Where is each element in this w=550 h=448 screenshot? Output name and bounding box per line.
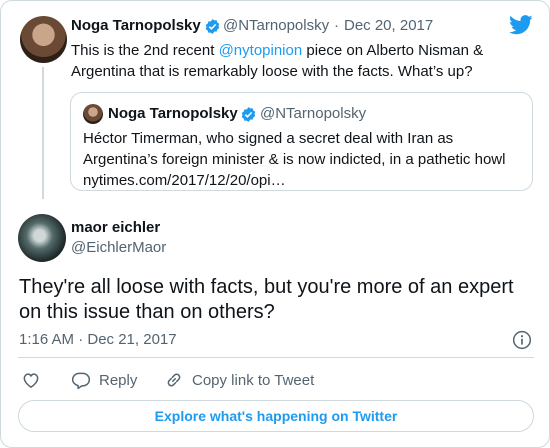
quoted-tweet-text: Héctor Timerman, who signed a secret dea… (83, 128, 523, 191)
tweet-timestamp[interactable]: 1:16 AM · Dec 21, 2017 (19, 331, 177, 348)
verified-badge-icon (241, 107, 256, 122)
parent-tweet-text: This is the 2nd recent @nytopinion piece… (71, 40, 511, 82)
reply-icon (71, 372, 91, 390)
like-button[interactable] (21, 370, 49, 390)
author-avatar[interactable] (18, 214, 66, 262)
author-handle[interactable]: @EichlerMaor (71, 239, 166, 256)
mention-link[interactable]: @nytopinion (219, 42, 303, 59)
tweet-text: They're all loose with facts, but you're… (19, 276, 514, 323)
embedded-tweet-card: Noga Tarnopolsky @NTarnopolsky · Dec 20,… (0, 0, 550, 448)
parent-tweet-date[interactable]: Dec 20, 2017 (344, 17, 433, 34)
copy-link-label: Copy link to Tweet (192, 371, 315, 389)
reply-label: Reply (99, 371, 138, 389)
quoted-line-1: Héctor Timerman, who signed a secret dea… (83, 130, 454, 147)
divider (18, 357, 534, 358)
quoted-line-3: nytimes.com/2017/12/20/opi… (83, 172, 286, 189)
explore-twitter-button[interactable]: Explore what's happening on Twitter (18, 400, 534, 432)
separator-dot: · (334, 17, 339, 34)
info-icon[interactable] (512, 330, 532, 350)
parent-author-name[interactable]: Noga Tarnopolsky (71, 17, 201, 34)
heart-icon (23, 373, 39, 388)
quoted-tweet[interactable]: Noga Tarnopolsky @NTarnopolsky Héctor Ti… (70, 92, 533, 191)
quoted-author-avatar (83, 104, 103, 124)
quoted-author-name: Noga Tarnopolsky (108, 105, 238, 122)
reply-button[interactable]: Reply (71, 370, 137, 390)
link-icon (167, 373, 181, 387)
parent-author-handle[interactable]: @NTarnopolsky (223, 17, 329, 34)
quoted-author-handle: @NTarnopolsky (260, 105, 367, 122)
parent-author-avatar[interactable] (20, 16, 67, 63)
parent-text-before: This is the 2nd recent (71, 42, 219, 59)
thread-connector (42, 67, 44, 199)
twitter-bird-icon[interactable] (509, 15, 533, 35)
quoted-line-2: Argentina’s foreign minister & is now in… (83, 151, 506, 168)
author-name[interactable]: maor eichler (71, 219, 160, 236)
copy-link-button[interactable]: Copy link to Tweet (164, 370, 314, 390)
verified-badge-icon (205, 19, 220, 34)
